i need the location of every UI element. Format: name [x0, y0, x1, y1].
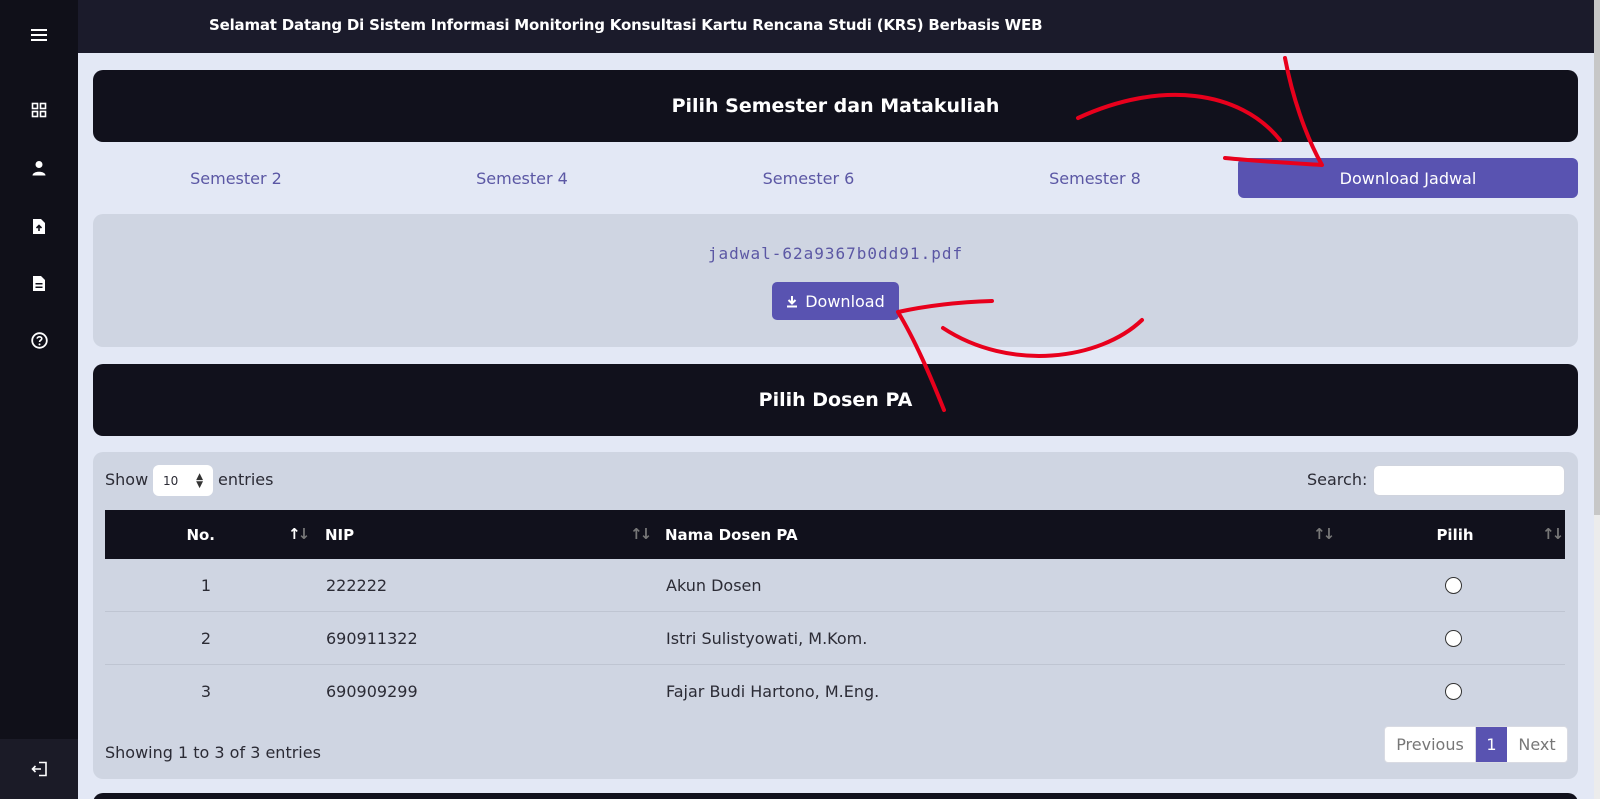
entries-length-value: 10: [163, 473, 179, 488]
entries-length-select[interactable]: 10 ▲ ▼: [153, 465, 213, 496]
tab-semester-4[interactable]: Semester 4: [379, 158, 665, 198]
entries-label: entries: [218, 470, 274, 489]
document-icon[interactable]: [27, 271, 51, 295]
sort-icon[interactable]: ↑↓: [630, 525, 652, 543]
table-header: No. ↑↓ NIP ↑↓ Nama Dosen PA ↑↓ Pilih ↑↓: [105, 510, 1565, 559]
sort-icon[interactable]: ↑↓: [1313, 525, 1335, 543]
table-row: 1 222222 Akun Dosen: [105, 559, 1565, 612]
logout-icon: [30, 761, 47, 777]
cell-no: 2: [200, 629, 211, 648]
pagination-next[interactable]: Next: [1507, 727, 1567, 762]
column-header-no[interactable]: No.: [105, 510, 235, 559]
next-section-header: [93, 793, 1578, 799]
section-header-semester: Pilih Semester dan Matakuliah: [93, 70, 1578, 142]
cell-nip: 690911322: [326, 629, 418, 648]
help-icon[interactable]: [27, 328, 51, 352]
search-input[interactable]: [1373, 465, 1565, 496]
cell-nip: 222222: [326, 576, 388, 595]
tab-semester-6[interactable]: Semester 6: [665, 158, 952, 198]
cell-nama: Fajar Budi Hartono, M.Eng.: [666, 682, 880, 701]
tab-download-jadwal[interactable]: Download Jadwal: [1238, 158, 1578, 198]
menu-icon[interactable]: [27, 23, 51, 47]
cell-nip: 690909299: [326, 682, 418, 701]
section-header-dosen: Pilih Dosen PA: [93, 364, 1578, 436]
download-label: Download: [805, 291, 885, 311]
download-icon: [787, 295, 798, 307]
file-upload-icon[interactable]: [27, 214, 51, 238]
dashboard-icon[interactable]: [27, 98, 51, 122]
column-header-pilih[interactable]: Pilih: [1415, 510, 1495, 559]
pagination-page-1[interactable]: 1: [1476, 727, 1507, 762]
column-header-nip[interactable]: NIP: [325, 510, 354, 559]
pilih-radio[interactable]: [1445, 683, 1462, 700]
section-title: Pilih Dosen PA: [758, 389, 913, 411]
top-bar: Selamat Datang Di Sistem Informasi Monit…: [78, 0, 1594, 53]
table-row: 2 690911322 Istri Sulistyowati, M.Kom.: [105, 612, 1565, 665]
tab-semester-2[interactable]: Semester 2: [93, 158, 379, 198]
select-arrows-icon: ▲ ▼: [196, 472, 203, 490]
sort-icon[interactable]: ↑↓: [1542, 525, 1564, 543]
cell-no: 1: [200, 576, 211, 595]
show-label: Show: [105, 470, 149, 489]
cell-nama: Akun Dosen: [666, 576, 762, 595]
scrollbar-thumb[interactable]: [1594, 0, 1600, 515]
download-button[interactable]: Download: [772, 282, 899, 320]
section-title: Pilih Semester dan Matakuliah: [671, 95, 1000, 117]
pilih-radio[interactable]: [1445, 577, 1462, 594]
dosen-table-panel: Show 10 ▲ ▼ entries Search: No. ↑↓ NIP ↑↓…: [93, 452, 1578, 779]
pilih-radio[interactable]: [1445, 630, 1462, 647]
pagination: Previous 1 Next: [1384, 726, 1568, 763]
column-header-nama[interactable]: Nama Dosen PA: [665, 510, 798, 559]
file-panel: jadwal-62a9367b0dd91.pdf Download: [93, 214, 1578, 347]
cell-nama: Istri Sulistyowati, M.Kom.: [666, 629, 868, 648]
pagination-previous[interactable]: Previous: [1385, 727, 1476, 762]
page-welcome-title: Selamat Datang Di Sistem Informasi Monit…: [209, 16, 1043, 34]
sort-icon[interactable]: ↑↓: [288, 525, 310, 543]
search-label: Search:: [1307, 470, 1368, 489]
sidebar: [0, 0, 78, 799]
table-row: 3 690909299 Fajar Budi Hartono, M.Eng.: [105, 665, 1565, 718]
user-icon[interactable]: [27, 156, 51, 180]
logout-button[interactable]: [0, 739, 78, 799]
scrollbar[interactable]: [1594, 0, 1600, 799]
cell-no: 3: [200, 682, 211, 701]
tab-semester-8[interactable]: Semester 8: [952, 158, 1238, 198]
table-info: Showing 1 to 3 of 3 entries: [105, 743, 321, 762]
file-name[interactable]: jadwal-62a9367b0dd91.pdf: [93, 244, 1578, 263]
